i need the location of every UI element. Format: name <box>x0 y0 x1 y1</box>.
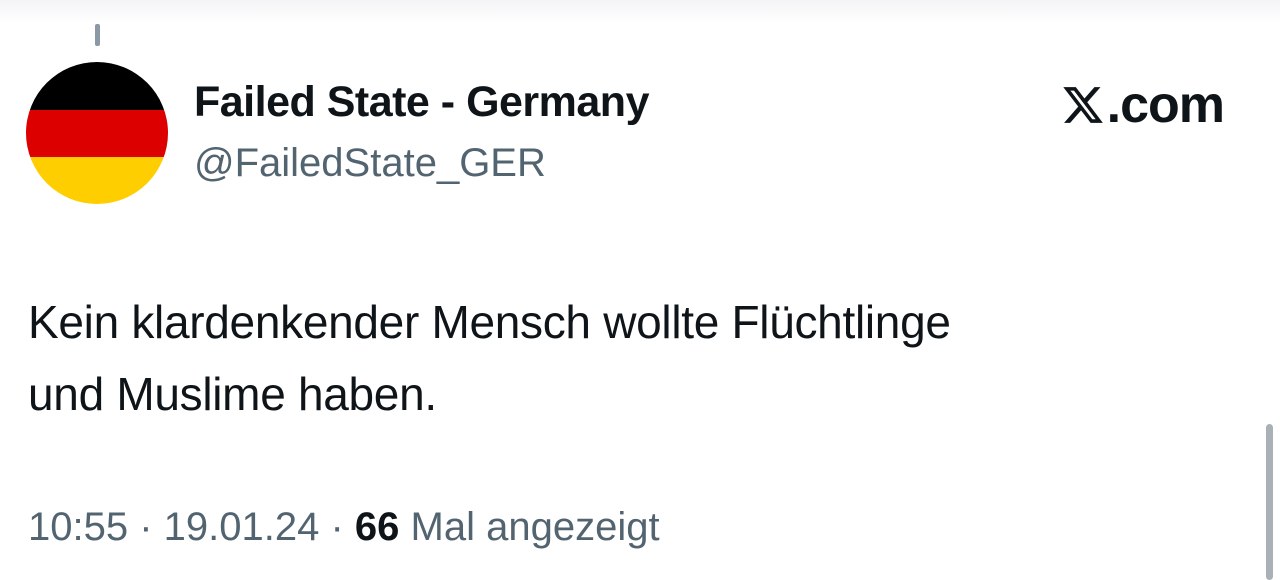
tweet-time[interactable]: 10:55 <box>28 505 128 550</box>
author-display-name[interactable]: Failed State - Germany <box>194 78 650 127</box>
avatar[interactable] <box>26 62 168 204</box>
tweet-text-line-2: und Muslime haben. <box>28 368 437 420</box>
meta-separator: · <box>319 505 355 549</box>
meta-separator: · <box>128 505 164 549</box>
author-handle[interactable]: @FailedState_GER <box>194 141 546 186</box>
x-com-logo: .com <box>1061 76 1225 134</box>
tweet-text-line-1: Kein klardenkender Mensch wollte Flüchtl… <box>28 296 951 348</box>
x-logo-domain: .com <box>1106 76 1225 134</box>
thread-connector-line <box>95 24 100 46</box>
previous-tweet-edge <box>0 0 1280 24</box>
scrollbar[interactable] <box>1266 424 1273 580</box>
german-flag-icon <box>26 62 168 204</box>
x-logo-icon <box>1062 87 1103 123</box>
tweet-text: Kein klardenkender Mensch wollte Flüchtl… <box>28 286 1228 430</box>
views-count: 66 <box>354 505 400 549</box>
tweet-metadata: 10:55 · 19.01.24 · 66 Mal angezeigt <box>28 505 660 550</box>
views-label: Mal angezeigt <box>399 505 660 549</box>
tweet-date[interactable]: 19.01.24 <box>164 505 320 550</box>
